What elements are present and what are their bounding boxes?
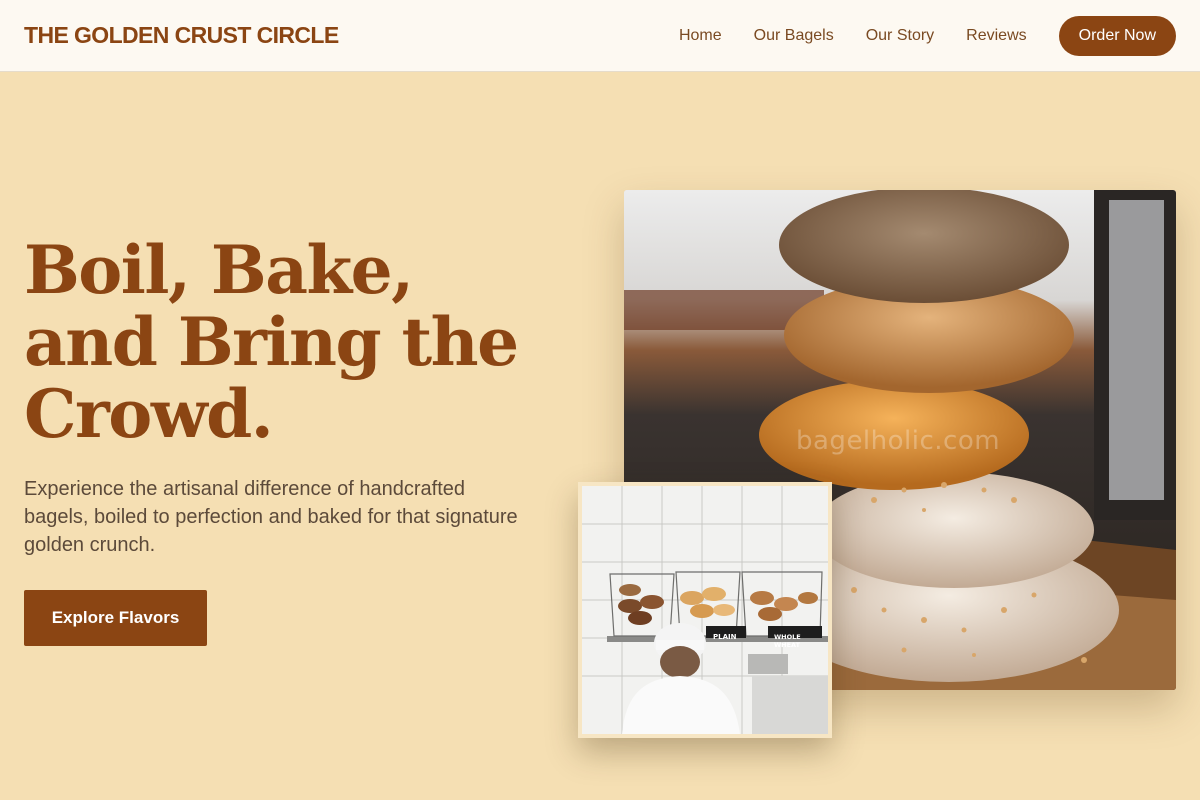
whole-wheat-label: WHOLE WHEAT bbox=[774, 633, 801, 649]
order-now-button[interactable]: Order Now bbox=[1058, 15, 1176, 56]
photo-watermark: bagelholic.com bbox=[796, 426, 1001, 456]
bagel-counter-photo: PLAIN WHOLE WHEAT bbox=[578, 482, 832, 738]
site-header: THE GOLDEN CRUST CIRCLE Home Our Bagels … bbox=[0, 0, 1200, 72]
nav-our-story-link[interactable]: Our Story bbox=[866, 27, 934, 45]
nav-home-link[interactable]: Home bbox=[679, 27, 722, 45]
hero-title: Boil, Bake, and Bring the Crowd. bbox=[24, 231, 519, 453]
main-nav: Home Our Bagels Our Story Reviews Order … bbox=[647, 15, 1176, 56]
explore-flavors-button[interactable]: Explore Flavors bbox=[24, 590, 207, 646]
nav-our-bagels-link[interactable]: Our Bagels bbox=[754, 27, 834, 45]
brand-logo[interactable]: THE GOLDEN CRUST CIRCLE bbox=[24, 22, 339, 49]
plain-label: PLAIN bbox=[713, 633, 737, 641]
nav-reviews-link[interactable]: Reviews bbox=[966, 27, 1026, 45]
hero-subtitle: Experience the artisanal difference of h… bbox=[24, 478, 518, 556]
